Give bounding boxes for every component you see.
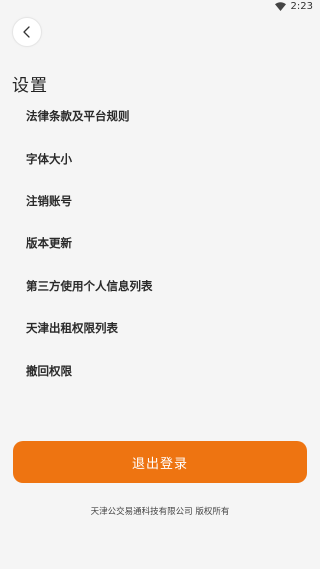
menu-item-label: 法律条款及平台规则: [26, 109, 130, 124]
menu-item-label: 版本更新: [26, 236, 72, 251]
menu-item-version-update[interactable]: 版本更新: [0, 222, 320, 264]
menu-item-label: 字体大小: [26, 151, 72, 166]
status-time: 2:23: [290, 1, 313, 12]
menu-item-label: 撤回权限: [26, 363, 72, 378]
copyright-text: 天津公交易通科技有限公司 版权所有: [90, 507, 230, 517]
menu-item-label: 注销账号: [26, 193, 72, 208]
menu-item-cancel-account[interactable]: 注销账号: [0, 180, 320, 222]
logout-button-label: 退出登录: [131, 456, 188, 472]
status-bar: 2:23: [0, 0, 320, 16]
menu-item-permission-list[interactable]: 天津出租权限列表: [0, 307, 320, 349]
wifi-icon: [274, 2, 286, 11]
menu-item-font-size[interactable]: 字体大小: [0, 137, 320, 179]
back-button[interactable]: [12, 17, 42, 47]
menu-item-third-party-info[interactable]: 第三方使用个人信息列表: [0, 265, 320, 307]
logout-button[interactable]: 退出登录: [13, 441, 307, 483]
menu-item-revoke-permission[interactable]: 撤回权限: [0, 349, 320, 391]
menu-item-label: 天津出租权限列表: [26, 321, 118, 336]
page-title: 设置: [12, 76, 48, 96]
menu-item-legal-terms[interactable]: 法律条款及平台规则: [0, 95, 320, 137]
settings-menu: 法律条款及平台规则 字体大小 注销账号 版本更新 第三方使用个人信息列表 天津出…: [0, 95, 320, 392]
status-icons: 2:23: [274, 1, 313, 12]
chevron-left-icon: [22, 26, 32, 38]
menu-item-label: 第三方使用个人信息列表: [26, 278, 153, 293]
